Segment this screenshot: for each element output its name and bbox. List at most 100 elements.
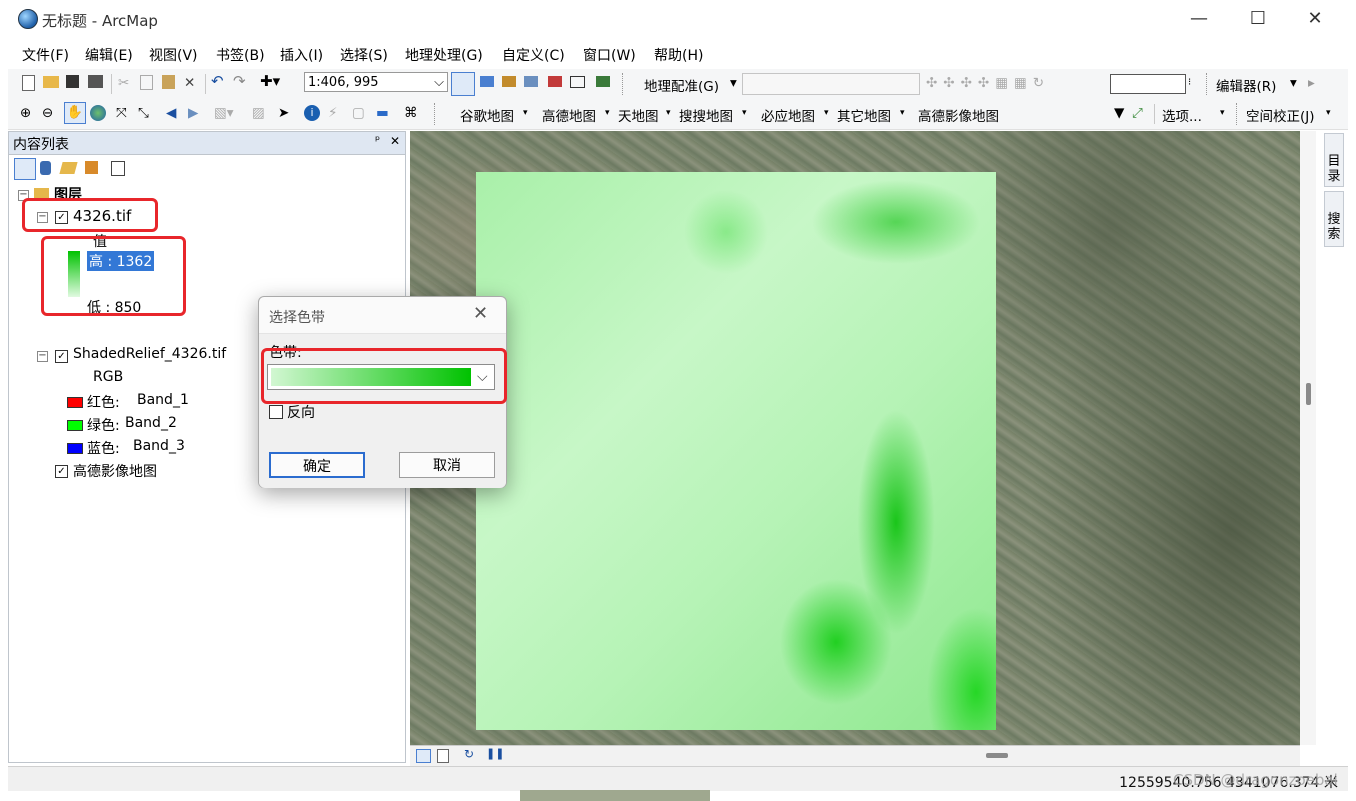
search-tab[interactable]: 搜索 bbox=[1324, 191, 1344, 247]
back-arrow-icon[interactable]: ◀ bbox=[166, 105, 176, 121]
cut-icon[interactable]: ✂ bbox=[118, 75, 129, 91]
menu-windows[interactable]: 窗口(W) bbox=[583, 45, 636, 65]
add-data-icon[interactable]: ✚▾ bbox=[260, 72, 280, 90]
clear-selection-icon[interactable]: ▨ bbox=[252, 105, 265, 121]
menu-customize[interactable]: 自定义(C) bbox=[502, 45, 565, 65]
layer-gaode-visibility-checkbox[interactable]: ✓ bbox=[55, 465, 68, 478]
data-view-icon[interactable] bbox=[416, 749, 431, 763]
python-window-icon[interactable] bbox=[570, 76, 585, 88]
undo-icon[interactable]: ↶ bbox=[211, 72, 224, 90]
list-by-visibility-icon[interactable] bbox=[59, 162, 78, 174]
menu-selection[interactable]: 选择(S) bbox=[340, 45, 388, 65]
basemap-other[interactable]: 其它地图 bbox=[837, 105, 891, 125]
menu-bookmarks[interactable]: 书签(B) bbox=[216, 45, 265, 65]
georef-input-field[interactable] bbox=[1110, 74, 1186, 94]
options-menu[interactable]: 选项... bbox=[1162, 105, 1202, 125]
delete-icon[interactable]: ✕ bbox=[184, 75, 195, 91]
layer-gaode-name[interactable]: 高德影像地图 bbox=[73, 461, 157, 481]
basemap-tianditu[interactable]: 天地图 bbox=[618, 105, 659, 125]
catalog-window-icon[interactable] bbox=[502, 76, 516, 87]
layer-shadedrelief-name[interactable]: ShadedRelief_4326.tif bbox=[73, 346, 226, 362]
redo-icon[interactable]: ↷ bbox=[233, 72, 246, 90]
chevron-down-icon[interactable]: ▾ bbox=[730, 75, 737, 91]
measure-ruler-icon[interactable]: ▬ bbox=[376, 105, 389, 121]
toc-options-icon[interactable] bbox=[111, 161, 125, 176]
new-displacement-link-icon[interactable]: ⤢ bbox=[1132, 105, 1143, 121]
map-vertical-scrollbar[interactable] bbox=[1300, 131, 1316, 745]
toolbar-overflow-chevron-icon[interactable]: ▼ bbox=[1114, 105, 1124, 121]
chevron-down-icon[interactable]: ⁝ bbox=[1188, 77, 1191, 88]
toc-close-icon[interactable]: ✕ bbox=[390, 134, 400, 148]
print-icon[interactable] bbox=[88, 75, 103, 88]
minimize-button[interactable]: — bbox=[1176, 6, 1222, 32]
reverse-checkbox[interactable] bbox=[269, 405, 283, 419]
toolbar-grip[interactable] bbox=[622, 73, 631, 95]
spatial-adjustment-menu[interactable]: 空间校正(J) bbox=[1246, 105, 1315, 125]
catalog-tab[interactable]: 目录 bbox=[1324, 133, 1344, 187]
menu-view[interactable]: 视图(V) bbox=[149, 45, 198, 65]
refresh-icon[interactable]: ↻ bbox=[464, 747, 474, 761]
close-button[interactable]: ✕ bbox=[1292, 6, 1338, 32]
basemap-bing[interactable]: 必应地图 bbox=[761, 105, 815, 125]
maximize-button[interactable]: ☐ bbox=[1235, 6, 1281, 32]
fixed-zoom-out-icon[interactable]: ⤡ bbox=[138, 105, 149, 121]
list-by-drawing-order-icon[interactable] bbox=[14, 158, 36, 180]
layout-view-icon[interactable] bbox=[437, 749, 449, 763]
horizontal-scroll-thumb[interactable] bbox=[986, 753, 1008, 758]
georeferencing-menu[interactable]: 地理配准(G) bbox=[644, 75, 719, 95]
find-binoculars-icon[interactable]: ⌘ bbox=[404, 105, 418, 121]
pin-icon[interactable]: ᵖ bbox=[375, 133, 380, 147]
georef-tools-icon[interactable]: ✣✣✣✣▦▦↻ bbox=[926, 75, 1050, 91]
pan-hand-icon[interactable]: ✋ bbox=[64, 102, 86, 124]
zoom-out-icon[interactable]: ⊖ bbox=[42, 105, 53, 121]
menu-insert[interactable]: 插入(I) bbox=[280, 45, 323, 65]
editor-menu[interactable]: 编辑器(R) bbox=[1216, 75, 1276, 95]
copy-icon[interactable] bbox=[140, 75, 153, 90]
basemap-gaode[interactable]: 高德地图 bbox=[542, 105, 596, 125]
basemap-google[interactable]: 谷歌地图 bbox=[460, 105, 514, 125]
forward-arrow-icon[interactable]: ▶ bbox=[188, 105, 198, 121]
collapse-layer-shadedrelief-icon[interactable]: − bbox=[37, 351, 48, 362]
zoom-in-icon[interactable]: ⊕ bbox=[20, 105, 31, 121]
open-folder-icon[interactable] bbox=[43, 76, 59, 88]
list-by-selection-icon[interactable] bbox=[85, 161, 98, 174]
reverse-label[interactable]: 反向 bbox=[287, 402, 315, 422]
fixed-zoom-in-icon[interactable]: ⤧ bbox=[116, 105, 127, 121]
modelbuilder-icon[interactable] bbox=[596, 76, 610, 87]
vertical-scroll-thumb[interactable] bbox=[1306, 383, 1311, 405]
menu-file[interactable]: 文件(F) bbox=[22, 45, 69, 65]
html-popup-icon[interactable]: ▢ bbox=[352, 105, 365, 121]
cancel-button[interactable]: 取消 bbox=[399, 452, 495, 478]
basemap-soso[interactable]: 搜搜地图 bbox=[679, 105, 733, 125]
search-window-icon[interactable] bbox=[524, 76, 538, 87]
chevron-down-icon[interactable]: ▾ bbox=[1290, 75, 1297, 91]
basemap-gaode-imagery[interactable]: 高德影像地图 bbox=[918, 105, 999, 125]
editor-toolbar-icon[interactable] bbox=[451, 72, 475, 96]
menu-geoprocessing[interactable]: 地理处理(G) bbox=[405, 45, 483, 65]
chevron-down-icon: ▾ bbox=[666, 108, 671, 118]
full-extent-globe-icon[interactable] bbox=[90, 105, 106, 121]
pause-drawing-icon[interactable]: ❚❚ bbox=[486, 747, 504, 760]
menu-help[interactable]: 帮助(H) bbox=[654, 45, 703, 65]
map-scale-combobox[interactable]: 1:406, 995 ⌵ bbox=[304, 72, 448, 92]
ok-button[interactable]: 确定 bbox=[269, 452, 365, 478]
select-elements-arrow-icon[interactable]: ➤ bbox=[278, 105, 289, 121]
save-icon[interactable] bbox=[66, 75, 79, 88]
toc-window-icon[interactable] bbox=[480, 76, 494, 87]
identify-info-icon[interactable]: i bbox=[304, 105, 320, 121]
menu-edit[interactable]: 编辑(E) bbox=[85, 45, 133, 65]
map-display[interactable] bbox=[410, 131, 1300, 745]
hyperlink-icon[interactable]: ⚡ bbox=[328, 105, 337, 121]
select-features-icon[interactable]: ▧▾ bbox=[214, 105, 234, 121]
toolbar-grip[interactable] bbox=[434, 103, 443, 125]
dialog-close-icon[interactable]: ✕ bbox=[473, 303, 488, 324]
arctoolbox-icon[interactable] bbox=[548, 76, 562, 87]
layer-shadedrelief-visibility-checkbox[interactable]: ✓ bbox=[55, 350, 68, 363]
edit-tool-icon[interactable]: ▸ bbox=[1308, 75, 1315, 91]
toolbar-grip[interactable] bbox=[1206, 73, 1215, 95]
paste-icon[interactable] bbox=[162, 75, 175, 89]
new-document-icon[interactable] bbox=[22, 75, 35, 91]
georef-layer-combobox[interactable] bbox=[742, 73, 920, 95]
toolbar-grip[interactable] bbox=[1236, 103, 1245, 125]
list-by-source-icon[interactable] bbox=[40, 161, 51, 175]
